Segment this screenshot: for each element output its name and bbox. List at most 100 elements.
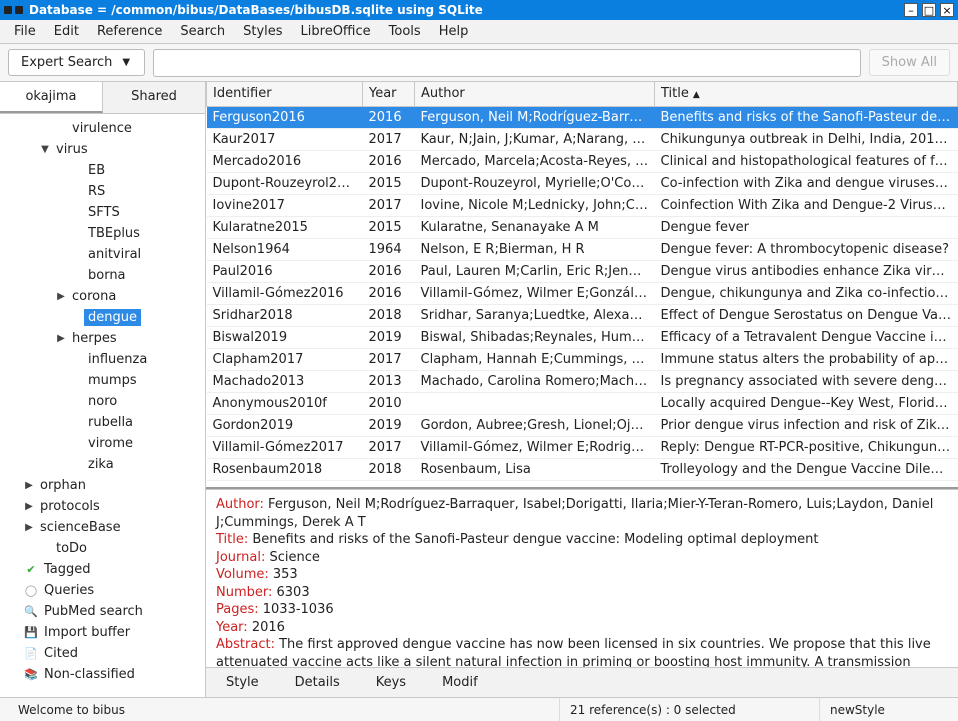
tree-item-virulence[interactable]: virulence	[0, 118, 205, 139]
menu-reference[interactable]: Reference	[89, 21, 170, 42]
table-row[interactable]: Villamil-Gómez20162016Villamil-Gómez, Wi…	[207, 282, 958, 304]
tree-item-tbeplus[interactable]: TBEplus	[0, 223, 205, 244]
tree-item-noro[interactable]: noro	[0, 391, 205, 412]
table-row[interactable]: Mercado20162016Mercado, Marcela;Acosta-R…	[207, 150, 958, 172]
cell-title: Is pregnancy associated with severe deng…	[655, 370, 958, 392]
tree-label: SFTS	[84, 204, 124, 221]
disclosure-icon[interactable]: ▼	[38, 144, 52, 155]
menu-libreoffice[interactable]: LibreOffice	[293, 21, 379, 42]
sidebar-tab-okajima[interactable]: okajima	[0, 82, 103, 113]
minimize-button[interactable]: –	[904, 3, 918, 17]
table-row[interactable]: Kaur20172017Kaur, N;Jain, J;Kumar, A;Nar…	[207, 128, 958, 150]
tree-item-borna[interactable]: borna	[0, 265, 205, 286]
tree-item-dengue[interactable]: dengue	[0, 307, 205, 328]
menu-tools[interactable]: Tools	[381, 21, 429, 42]
tree-item-mumps[interactable]: mumps	[0, 370, 205, 391]
tree-item-herpes[interactable]: ▶herpes	[0, 328, 205, 349]
tree-item-todo[interactable]: toDo	[0, 538, 205, 559]
column-identifier[interactable]: Identifier	[207, 82, 363, 106]
table-row[interactable]: Rosenbaum20182018Rosenbaum, LisaTrolleyo…	[207, 458, 958, 480]
table-row[interactable]: Paul20162016Paul, Lauren M;Carlin, Eric …	[207, 260, 958, 282]
tree-item-influenza[interactable]: influenza	[0, 349, 205, 370]
menu-styles[interactable]: Styles	[235, 21, 290, 42]
search-input[interactable]	[153, 49, 861, 77]
detail-tab-modif[interactable]: Modif	[442, 675, 478, 690]
cell-year: 2016	[363, 106, 415, 128]
window-title: Database = /common/bibus/DataBases/bibus…	[29, 3, 904, 17]
table-row[interactable]: Biswal20192019Biswal, Shibadas;Reynales,…	[207, 326, 958, 348]
disclosure-icon[interactable]: ▶	[22, 501, 36, 512]
tree-item-eb[interactable]: EB	[0, 160, 205, 181]
table-row[interactable]: Sridhar20182018Sridhar, Saranya;Luedtke,…	[207, 304, 958, 326]
tree-item-zika[interactable]: zika	[0, 454, 205, 475]
cell-title: Dengue fever: A thrombocytopenic disease…	[655, 238, 958, 260]
sidebar-util-import-buffer[interactable]: 💾Import buffer	[0, 622, 205, 643]
menu-file[interactable]: File	[6, 21, 44, 42]
cell-year: 2015	[363, 216, 415, 238]
sidebar-util-queries[interactable]: ◯Queries	[0, 580, 205, 601]
table-row[interactable]: Clapham20172017Clapham, Hannah E;Cumming…	[207, 348, 958, 370]
detail-journal-key: Journal:	[216, 550, 265, 565]
disclosure-icon[interactable]: ▶	[22, 480, 36, 491]
close-button[interactable]: ×	[940, 3, 954, 17]
sidebar-util-non-classified[interactable]: 📚Non-classified	[0, 664, 205, 685]
table-row[interactable]: Machado20132013Machado, Carolina Romero;…	[207, 370, 958, 392]
tree-item-anitviral[interactable]: anitviral	[0, 244, 205, 265]
table-row[interactable]: Dupont-Rouzeyrol20152015Dupont-Rouzeyrol…	[207, 172, 958, 194]
column-year[interactable]: Year	[363, 82, 415, 106]
tagged-icon: ✔	[24, 563, 38, 577]
expert-search-label: Expert Search	[21, 55, 112, 70]
tree-item-rubella[interactable]: rubella	[0, 412, 205, 433]
tree-label: virome	[84, 435, 137, 452]
tree-item-sciencebase[interactable]: ▶scienceBase	[0, 517, 205, 538]
cell-title: Effect of Dengue Serostatus on Dengue Va…	[655, 304, 958, 326]
tree-item-orphan[interactable]: ▶orphan	[0, 475, 205, 496]
maximize-button[interactable]: □	[922, 3, 936, 17]
detail-tab-keys[interactable]: Keys	[376, 675, 406, 690]
disclosure-icon[interactable]: ▶	[54, 291, 68, 302]
show-all-button[interactable]: Show All	[869, 49, 950, 76]
table-row[interactable]: Nelson19641964Nelson, E R;Bierman, H RDe…	[207, 238, 958, 260]
menubar: FileEditReferenceSearchStylesLibreOffice…	[0, 20, 958, 44]
menu-search[interactable]: Search	[172, 21, 233, 42]
detail-tab-details[interactable]: Details	[295, 675, 340, 690]
table-row[interactable]: Kularatne20152015Kularatne, Senanayake A…	[207, 216, 958, 238]
util-label: Import buffer	[44, 625, 130, 640]
cell-year: 2013	[363, 370, 415, 392]
tree-item-sfts[interactable]: SFTS	[0, 202, 205, 223]
menu-help[interactable]: Help	[431, 21, 477, 42]
tree-item-virus[interactable]: ▼virus	[0, 139, 205, 160]
cell-year: 2019	[363, 414, 415, 436]
table-row[interactable]: Anonymous2010f2010Locally acquired Dengu…	[207, 392, 958, 414]
disclosure-icon[interactable]: ▶	[22, 522, 36, 533]
tree-label: virus	[52, 141, 92, 158]
sidebar-tab-shared[interactable]: Shared	[103, 82, 205, 113]
tree-label: mumps	[84, 372, 141, 389]
tree-item-corona[interactable]: ▶corona	[0, 286, 205, 307]
column-title[interactable]: Title▲	[655, 82, 958, 106]
menu-edit[interactable]: Edit	[46, 21, 87, 42]
table-row[interactable]: Iovine20172017Iovine, Nicole M;Lednicky,…	[207, 194, 958, 216]
tree-item-rs[interactable]: RS	[0, 181, 205, 202]
cell-author: Dupont-Rouzeyrol, Myrielle;O'Connor...	[415, 172, 655, 194]
sidebar: okajimaShared virulence▼virusEBRSSFTSTBE…	[0, 82, 206, 697]
sidebar-util-pubmed-search[interactable]: 🔍PubMed search	[0, 601, 205, 622]
table-row[interactable]: Villamil-Gómez20172017Villamil-Gómez, Wi…	[207, 436, 958, 458]
detail-tab-style[interactable]: Style	[226, 675, 259, 690]
cell-id: Machado2013	[207, 370, 363, 392]
cell-author: Kularatne, Senanayake A M	[415, 216, 655, 238]
tree-item-virome[interactable]: virome	[0, 433, 205, 454]
cell-year: 2016	[363, 260, 415, 282]
expert-search-button[interactable]: Expert Search ▼	[8, 49, 145, 76]
sidebar-util-tagged[interactable]: ✔Tagged	[0, 559, 205, 580]
disclosure-icon[interactable]: ▶	[54, 333, 68, 344]
tree-label: orphan	[36, 477, 90, 494]
tree-item-protocols[interactable]: ▶protocols	[0, 496, 205, 517]
cell-year: 2018	[363, 458, 415, 480]
table-row[interactable]: Ferguson20162016Ferguson, Neil M;Rodrígu…	[207, 106, 958, 128]
sidebar-util-cited[interactable]: 📄Cited	[0, 643, 205, 664]
column-author[interactable]: Author	[415, 82, 655, 106]
cell-id: Clapham2017	[207, 348, 363, 370]
table-row[interactable]: Gordon20192019Gordon, Aubree;Gresh, Lion…	[207, 414, 958, 436]
cell-title: Dengue fever	[655, 216, 958, 238]
